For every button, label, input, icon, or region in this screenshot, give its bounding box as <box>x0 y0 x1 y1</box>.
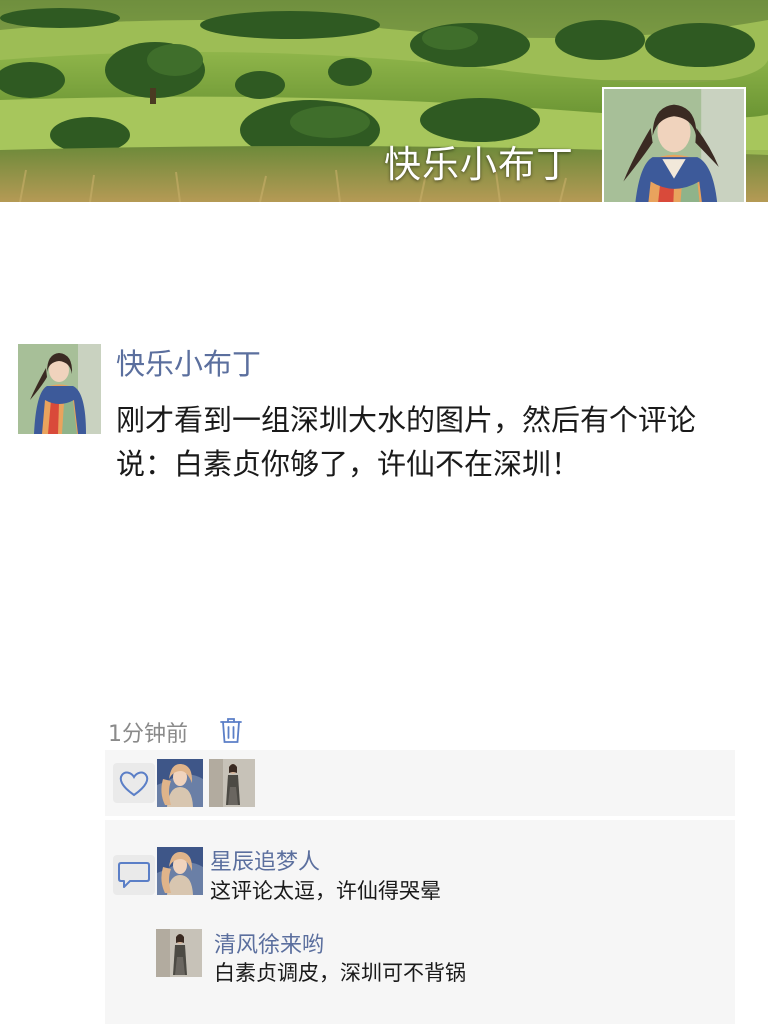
post-text: 刚才看到一组深圳大水的图片，然后有个评论说：白素贞你够了，许仙不在深圳！ <box>116 403 697 481</box>
avatar-portrait <box>18 344 101 434</box>
commenter-name[interactable]: 星辰追梦人 <box>210 844 320 876</box>
avatar-portrait <box>157 759 203 807</box>
avatar-portrait <box>604 89 744 202</box>
cover-image[interactable]: 快乐小布丁 <box>0 0 768 202</box>
comment-text: 这评论太逗，许仙得哭晕 <box>210 879 441 903</box>
post-author-avatar[interactable] <box>18 344 101 434</box>
avatar-portrait <box>209 759 255 807</box>
trash-icon[interactable] <box>219 716 243 744</box>
likes-panel <box>105 750 735 816</box>
heart-icon[interactable] <box>113 763 155 803</box>
avatar-portrait <box>157 847 203 895</box>
comment-text: 白素贞调皮，深圳可不背锅 <box>214 961 466 985</box>
profile-avatar[interactable] <box>602 87 746 202</box>
commenter-avatar[interactable] <box>157 847 203 895</box>
comment-bubble-icon[interactable] <box>113 855 155 895</box>
commenter-name[interactable]: 清风徐来哟 <box>214 927 324 959</box>
liker-avatar[interactable] <box>209 759 255 807</box>
post-timestamp: 1分钟前 <box>108 722 188 747</box>
liker-avatar[interactable] <box>157 759 203 807</box>
commenter-avatar[interactable] <box>156 929 202 977</box>
cover-username: 快乐小布丁 <box>384 143 574 186</box>
comments-panel: 星辰追梦人 这评论太逗，许仙得哭晕 清风徐来哟 白素贞调皮，深圳可不背锅 <box>105 820 735 1024</box>
avatar-portrait <box>156 929 202 977</box>
post-author-name[interactable]: 快乐小布丁 <box>116 341 261 383</box>
